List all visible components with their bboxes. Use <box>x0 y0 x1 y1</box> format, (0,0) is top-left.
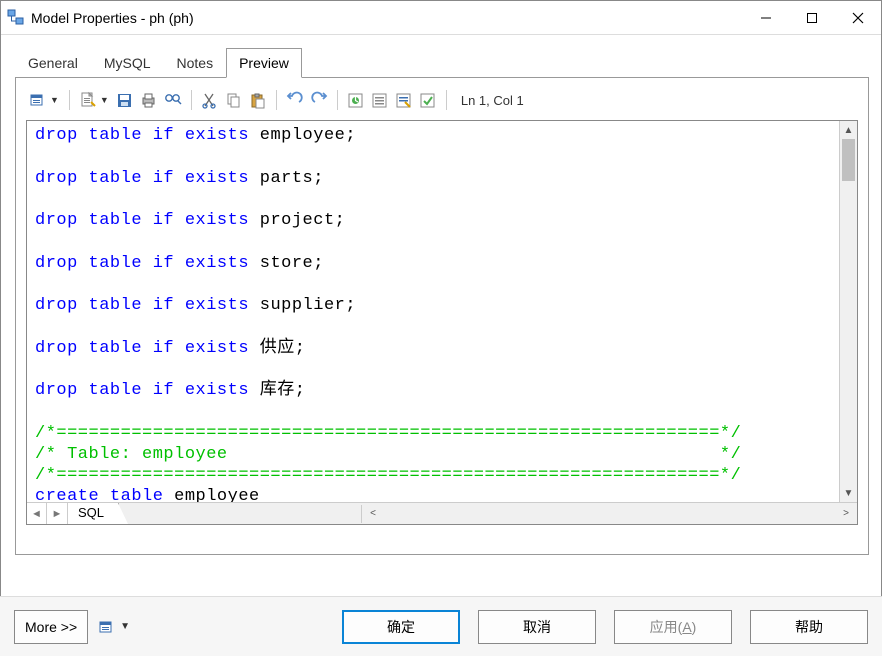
undo-icon[interactable] <box>285 90 305 110</box>
toolbar-separator <box>337 90 338 110</box>
more-button[interactable]: More >> <box>14 610 88 644</box>
apply-button[interactable]: 应用(A) <box>614 610 732 644</box>
toolbar-separator <box>276 90 277 110</box>
dropdown-icon[interactable]: ▼ <box>50 95 59 105</box>
tab-scroll-right-icon[interactable]: ► <box>47 503 67 524</box>
tab-strip: General MySQL Notes Preview <box>1 35 881 77</box>
dropdown-icon[interactable]: ▼ <box>100 95 109 105</box>
code-editor[interactable]: drop table if exists employee; drop tabl… <box>26 120 858 525</box>
tab-mysql[interactable]: MySQL <box>91 48 164 78</box>
redo-icon[interactable] <box>309 90 329 110</box>
window-title: Model Properties - ph (ph) <box>31 10 194 26</box>
copy-icon[interactable] <box>224 90 244 110</box>
cut-icon[interactable] <box>200 90 220 110</box>
toggle2-icon[interactable] <box>370 90 390 110</box>
toggle1-icon[interactable] <box>346 90 366 110</box>
dropdown-icon: ▼ <box>120 621 130 632</box>
code-area[interactable]: drop table if exists employee; drop tabl… <box>27 121 839 502</box>
scroll-up-icon[interactable]: ▲ <box>840 121 857 139</box>
tab-content: ▼ ▼ <box>15 77 869 555</box>
save-icon[interactable] <box>115 90 135 110</box>
maximize-button[interactable] <box>789 2 835 34</box>
toolbar-separator <box>191 90 192 110</box>
vertical-scrollbar[interactable]: ▲ ▼ <box>839 121 857 502</box>
help-button[interactable]: 帮助 <box>750 610 868 644</box>
ok-button[interactable]: 确定 <box>342 610 460 644</box>
editor-tab-sql[interactable]: SQL <box>68 503 119 524</box>
editor-toolbar: ▼ ▼ <box>26 86 858 114</box>
cursor-position: Ln 1, Col 1 <box>461 93 524 108</box>
toolbar-separator <box>446 90 447 110</box>
cancel-button[interactable]: 取消 <box>478 610 596 644</box>
editor-tab-bar: ◄ ► SQL < > <box>27 502 857 524</box>
edit-tool-icon[interactable] <box>28 90 48 110</box>
tab-preview[interactable]: Preview <box>226 48 302 78</box>
toggle4-icon[interactable] <box>418 90 438 110</box>
scroll-down-icon[interactable]: ▼ <box>840 484 857 502</box>
hscroll-left-icon[interactable]: < <box>364 505 382 523</box>
toolbar-separator <box>69 90 70 110</box>
tab-scroll-left-icon[interactable]: ◄ <box>27 503 47 524</box>
title-bar: Model Properties - ph (ph) <box>1 1 881 35</box>
app-icon <box>7 9 25 27</box>
minimize-button[interactable] <box>743 2 789 34</box>
print-icon[interactable] <box>139 90 159 110</box>
tab-notes[interactable]: Notes <box>164 48 227 78</box>
dialog-button-bar: More >> ▼ 确定 取消 应用(A) 帮助 <box>0 596 882 656</box>
hscroll-right-icon[interactable]: > <box>837 505 855 523</box>
scroll-thumb[interactable] <box>842 139 855 181</box>
new-doc-icon[interactable] <box>78 90 98 110</box>
toggle3-icon[interactable] <box>394 90 414 110</box>
close-button[interactable] <box>835 2 881 34</box>
editor-tab-label: SQL <box>78 505 104 520</box>
paste-icon[interactable] <box>248 90 268 110</box>
window-controls <box>743 2 881 34</box>
tab-general[interactable]: General <box>15 48 91 78</box>
tool-dropdown[interactable]: ▼ <box>98 618 132 636</box>
horizontal-scrollbar[interactable]: < > <box>361 505 857 523</box>
find-icon[interactable] <box>163 90 183 110</box>
